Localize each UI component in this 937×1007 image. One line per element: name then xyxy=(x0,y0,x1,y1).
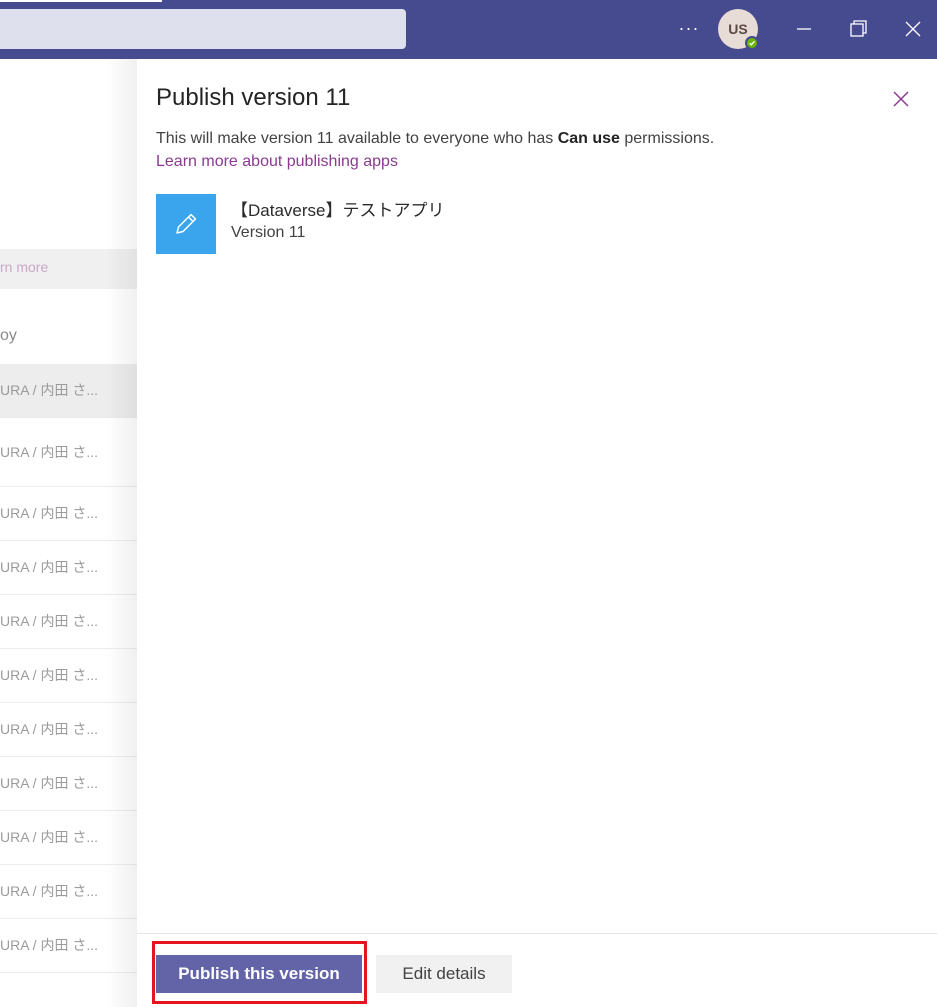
active-tab-indicator xyxy=(0,0,162,2)
description-text-end: permissions. xyxy=(619,130,715,147)
restore-button[interactable] xyxy=(841,14,875,44)
presence-available-icon xyxy=(745,36,759,50)
close-window-button[interactable] xyxy=(896,14,930,44)
publish-dialog: Publish version 11 This will make versio… xyxy=(137,59,937,1007)
app-version: Version 11 xyxy=(231,224,306,241)
list-item-owner: URA / 内田 さ... xyxy=(0,613,99,629)
publish-button[interactable]: Publish this version xyxy=(156,955,362,993)
restore-icon xyxy=(850,20,867,37)
banner-learn-more-link[interactable]: rn more xyxy=(0,259,48,275)
minimize-icon xyxy=(797,28,811,30)
list-item-owner: URA / 内田 さ... xyxy=(0,883,99,899)
app-tile xyxy=(156,194,216,254)
more-options-button[interactable]: ··· xyxy=(672,14,706,44)
teams-window: ··· US rn more oy URA / 内田 さ... URA / 内田… xyxy=(0,0,937,1007)
permission-name: Can use xyxy=(557,130,620,147)
description-text: This will make version 11 available to e… xyxy=(156,130,558,147)
list-item-owner: URA / 内田 さ... xyxy=(0,721,99,737)
list-item-owner: URA / 内田 さ... xyxy=(0,937,99,953)
list-item-owner: URA / 内田 さ... xyxy=(0,829,99,845)
app-name: 【Dataverse】テストアプリ xyxy=(231,201,445,220)
close-icon xyxy=(905,21,921,37)
edit-details-button[interactable]: Edit details xyxy=(376,955,512,993)
panel-shadow xyxy=(105,59,137,1007)
minimize-button[interactable] xyxy=(787,14,821,44)
dialog-title: Publish version 11 xyxy=(156,84,351,111)
list-item-owner: URA / 内田 さ... xyxy=(0,444,99,460)
pencil-icon xyxy=(176,213,197,234)
list-item-owner: URA / 内田 さ... xyxy=(0,559,99,575)
title-bar: ··· US xyxy=(0,0,937,59)
close-icon xyxy=(893,91,909,107)
column-header: oy xyxy=(0,327,17,344)
list-item-owner: URA / 内田 さ... xyxy=(0,667,99,683)
dialog-description: This will make version 11 available to e… xyxy=(156,130,714,148)
learn-more-link[interactable]: Learn more about publishing apps xyxy=(156,153,398,171)
list-item-owner: URA / 内田 さ... xyxy=(0,505,99,521)
footer-divider xyxy=(137,933,937,934)
list-item-owner: URA / 内田 さ... xyxy=(0,382,99,398)
list-item-owner: URA / 内田 さ... xyxy=(0,775,99,791)
close-dialog-button[interactable] xyxy=(889,87,913,111)
search-input[interactable] xyxy=(0,9,406,49)
